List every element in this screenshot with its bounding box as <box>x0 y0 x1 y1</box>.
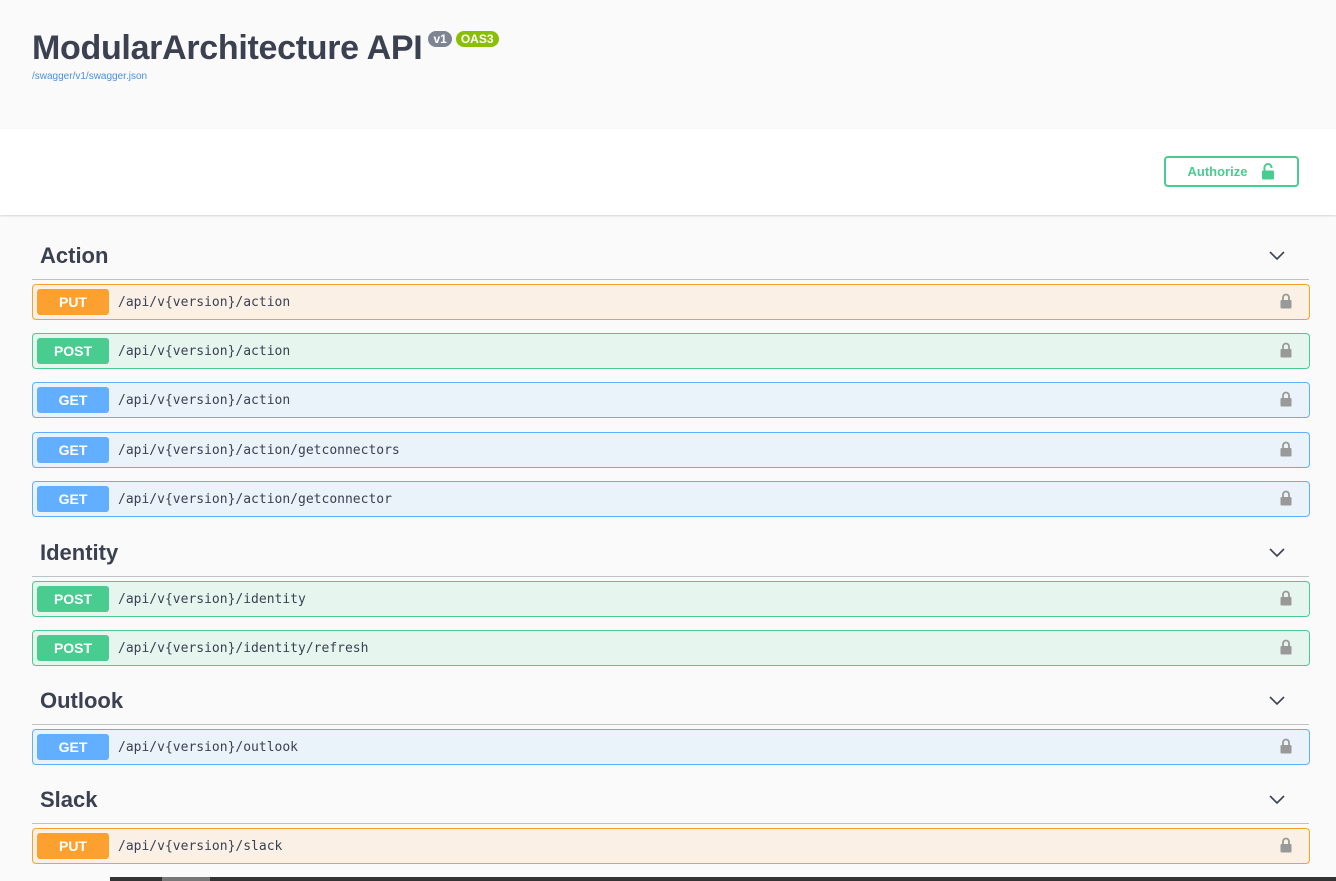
spec-json-link[interactable]: /swagger/v1/swagger.json <box>32 71 147 82</box>
operation-path: /api/v{version}/action/getconnectors <box>118 442 400 458</box>
operation-path: /api/v{version}/action <box>118 392 291 408</box>
tag-name: Outlook <box>40 688 124 713</box>
method-badge: POST <box>37 635 109 661</box>
lock-icon[interactable] <box>1280 342 1292 358</box>
chevron-down-icon <box>1269 251 1285 261</box>
tag-name: Action <box>40 243 109 268</box>
tag-name: Identity <box>40 540 119 565</box>
lock-icon[interactable] <box>1280 837 1292 853</box>
tag-identity-header[interactable]: Identity <box>32 530 1309 577</box>
operation-path: /api/v{version}/action <box>118 294 291 310</box>
operation-path: /api/v{version}/action/getconnector <box>118 491 392 507</box>
lock-open-icon <box>1262 163 1275 180</box>
method-badge: GET <box>37 387 109 413</box>
method-badge: PUT <box>37 289 109 315</box>
operation-post-identity-refresh[interactable]: POST /api/v{version}/identity/refresh <box>32 630 1310 666</box>
lock-icon[interactable] <box>1280 738 1292 754</box>
operation-path: /api/v{version}/identity/refresh <box>118 640 369 656</box>
operation-put-action[interactable]: PUT /api/v{version}/action <box>32 284 1310 320</box>
operation-path: /api/v{version}/slack <box>118 838 283 854</box>
api-info: ModularArchitecture API v1 OAS3 /swagger… <box>0 0 1336 129</box>
operation-get-action[interactable]: GET /api/v{version}/action <box>32 382 1310 418</box>
title-row: ModularArchitecture API v1 OAS3 <box>32 28 499 68</box>
oas-badge: OAS3 <box>455 31 499 47</box>
operation-get-getconnectors[interactable]: GET /api/v{version}/action/getconnectors <box>32 432 1310 468</box>
operation-path: /api/v{version}/action <box>118 343 291 359</box>
method-badge: POST <box>37 338 109 364</box>
scheme-container: Authorize <box>0 129 1336 215</box>
method-badge: PUT <box>37 833 109 859</box>
authorize-label: Authorize <box>1187 164 1248 179</box>
operation-get-getconnector[interactable]: GET /api/v{version}/action/getconnector <box>32 481 1310 517</box>
operation-put-slack[interactable]: PUT /api/v{version}/slack <box>32 828 1310 864</box>
operation-post-action[interactable]: POST /api/v{version}/action <box>32 333 1310 369</box>
lock-icon[interactable] <box>1280 293 1292 309</box>
chevron-down-icon <box>1269 696 1285 706</box>
lock-icon[interactable] <box>1280 639 1292 655</box>
chevron-down-icon <box>1269 795 1285 805</box>
chevron-down-icon <box>1269 548 1285 558</box>
lock-icon[interactable] <box>1280 490 1292 506</box>
operation-get-outlook[interactable]: GET /api/v{version}/outlook <box>32 729 1310 765</box>
scrollbar-thumb[interactable] <box>162 877 210 881</box>
tag-name: Slack <box>40 787 98 812</box>
method-badge: GET <box>37 437 109 463</box>
tag-outlook-header[interactable]: Outlook <box>32 678 1309 725</box>
operation-path: /api/v{version}/outlook <box>118 739 299 755</box>
page-title: ModularArchitecture API <box>32 29 423 67</box>
lock-icon[interactable] <box>1280 391 1292 407</box>
tag-slack-header[interactable]: Slack <box>32 777 1309 824</box>
authorize-button[interactable]: Authorize <box>1164 156 1299 187</box>
operation-path: /api/v{version}/identity <box>118 591 306 607</box>
tag-action-header[interactable]: Action <box>32 233 1309 280</box>
method-badge: GET <box>37 486 109 512</box>
method-badge: POST <box>37 586 109 612</box>
version-badge: v1 <box>428 31 452 47</box>
horizontal-scrollbar[interactable] <box>110 877 1336 881</box>
method-badge: GET <box>37 734 109 760</box>
lock-icon[interactable] <box>1280 441 1292 457</box>
lock-icon[interactable] <box>1280 590 1292 606</box>
operation-post-identity[interactable]: POST /api/v{version}/identity <box>32 581 1310 617</box>
